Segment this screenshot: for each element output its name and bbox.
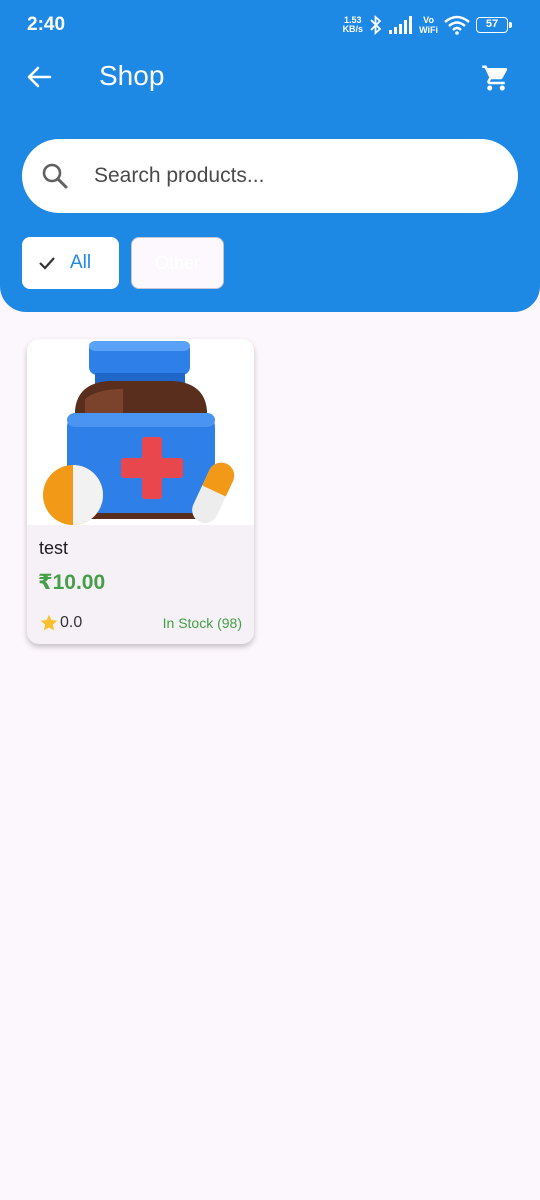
- page-title: Shop: [99, 60, 165, 91]
- header: 2:40 1.53 KB/s Vo WiFi 57 Shop Search pr…: [0, 0, 540, 312]
- vowifi-bottom: WiFi: [419, 25, 438, 35]
- filter-chip-all-label: All: [70, 252, 92, 273]
- signal-icon: [389, 16, 413, 34]
- product-image: [27, 339, 254, 525]
- search-input[interactable]: [94, 164, 474, 188]
- status-icons: 1.53 KB/s Vo WiFi 57: [343, 13, 512, 37]
- battery-indicator: 57: [476, 17, 512, 33]
- app-bar: Shop: [0, 50, 540, 106]
- filter-chip-all[interactable]: All: [22, 237, 119, 289]
- cart-icon: [482, 65, 508, 91]
- vowifi-indicator: Vo WiFi: [419, 15, 438, 35]
- stock-status: In Stock (98): [162, 615, 242, 631]
- net-speed-unit: KB/s: [342, 24, 364, 34]
- wifi-icon: [444, 15, 470, 35]
- category-filter-chips: All Other: [22, 237, 224, 289]
- rating-value: 0.0: [60, 614, 83, 631]
- product-name: test: [39, 538, 69, 558]
- cart-button[interactable]: [478, 60, 514, 96]
- star-icon: [40, 614, 58, 631]
- status-bar: 2:40 1.53 KB/s Vo WiFi 57: [0, 0, 540, 50]
- product-card[interactable]: test ₹10.00 0.0 In Stock (98): [27, 339, 254, 644]
- back-button[interactable]: [22, 60, 56, 94]
- check-icon: [39, 257, 55, 270]
- bluetooth-icon: [370, 15, 382, 35]
- vowifi-top: Vo: [423, 15, 434, 25]
- product-rating: 0.0: [39, 613, 82, 633]
- status-time: 2:40: [27, 14, 66, 35]
- filter-chip-other[interactable]: Other: [131, 237, 224, 289]
- product-price: ₹10.00: [38, 571, 106, 594]
- search-bar[interactable]: [22, 139, 518, 213]
- search-icon: [40, 161, 70, 191]
- filter-chip-other-label: Other: [154, 252, 201, 273]
- net-speed: 1.53 KB/s: [343, 16, 364, 34]
- arrow-left-icon: [27, 66, 52, 88]
